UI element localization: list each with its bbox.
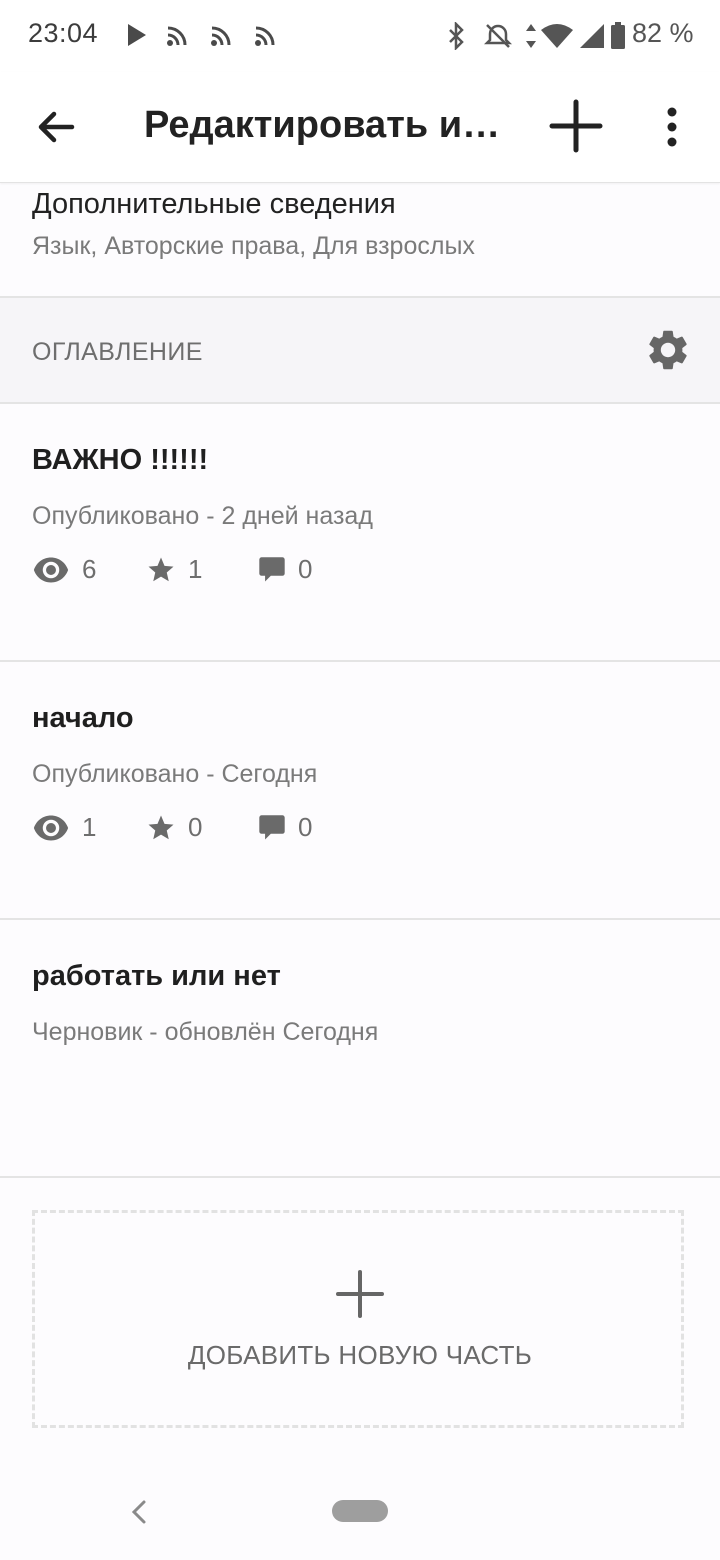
part-status: Черновик - обновлён Сегодня [32,1018,379,1046]
comment-icon [259,556,285,582]
play-icon [128,24,146,46]
part-title: работать или нет [32,960,281,992]
views-stat: 6 [32,554,96,585]
comments-stat: 0 [258,554,312,585]
data-arrows-icon [526,24,536,48]
part-status: Опубликовано - Сегодня [32,760,318,788]
votes-stat: 0 [146,812,202,843]
cast-icon [167,26,187,46]
more-vert-icon[interactable] [652,104,692,150]
list-item[interactable]: начало Опубликовано - Сегодня 1 0 0 [0,662,720,918]
star-icon [148,815,174,839]
nav-home-pill[interactable] [332,1500,388,1522]
part-status: Опубликовано - 2 дней назад [32,502,373,530]
battery-percentage: 82 % [632,18,694,48]
plus-icon [336,1270,384,1318]
comments-count: 0 [298,554,313,584]
gear-icon[interactable] [644,326,692,374]
toc-title: ОГЛАВЛЕНИЕ [32,338,203,366]
extra-info-subtitle: Язык, Авторские права, Для взрослых [32,232,475,260]
page-title: Редактировать и… [144,104,501,146]
battery-icon [611,22,625,49]
add-new-part-label: ДОБАВИТЬ НОВУЮ ЧАСТЬ [187,1340,533,1370]
votes-count: 1 [188,554,203,584]
extra-info-title: Дополнительные сведения [32,188,396,220]
eye-icon [33,557,69,582]
bluetooth-icon [449,22,464,50]
star-icon [148,557,174,581]
votes-count: 0 [188,812,203,842]
status-time: 23:04 [28,18,99,48]
plus-icon[interactable] [548,98,604,154]
arrow-back-icon[interactable] [30,100,84,154]
divider [0,1176,720,1178]
cast-icon [255,26,275,46]
list-item[interactable]: работать или нет Черновик - обновлён Сег… [0,920,720,1176]
votes-stat: 1 [146,554,202,585]
signal-icon [580,24,604,48]
views-count: 1 [82,812,97,842]
wifi-icon [541,24,573,48]
views-stat: 1 [32,812,96,843]
notifications-off-icon [484,24,512,48]
cast-icon [211,26,231,46]
part-title: начало [32,702,134,734]
nav-back-icon[interactable] [128,1496,152,1528]
part-title: ВАЖНО !!!!!! [32,444,209,476]
list-item[interactable]: ВАЖНО !!!!!! Опубликовано - 2 дней назад… [0,404,720,660]
views-count: 6 [82,554,97,584]
comment-icon [259,814,285,840]
comments-count: 0 [298,812,313,842]
comments-stat: 0 [258,812,312,843]
eye-icon [33,815,69,840]
